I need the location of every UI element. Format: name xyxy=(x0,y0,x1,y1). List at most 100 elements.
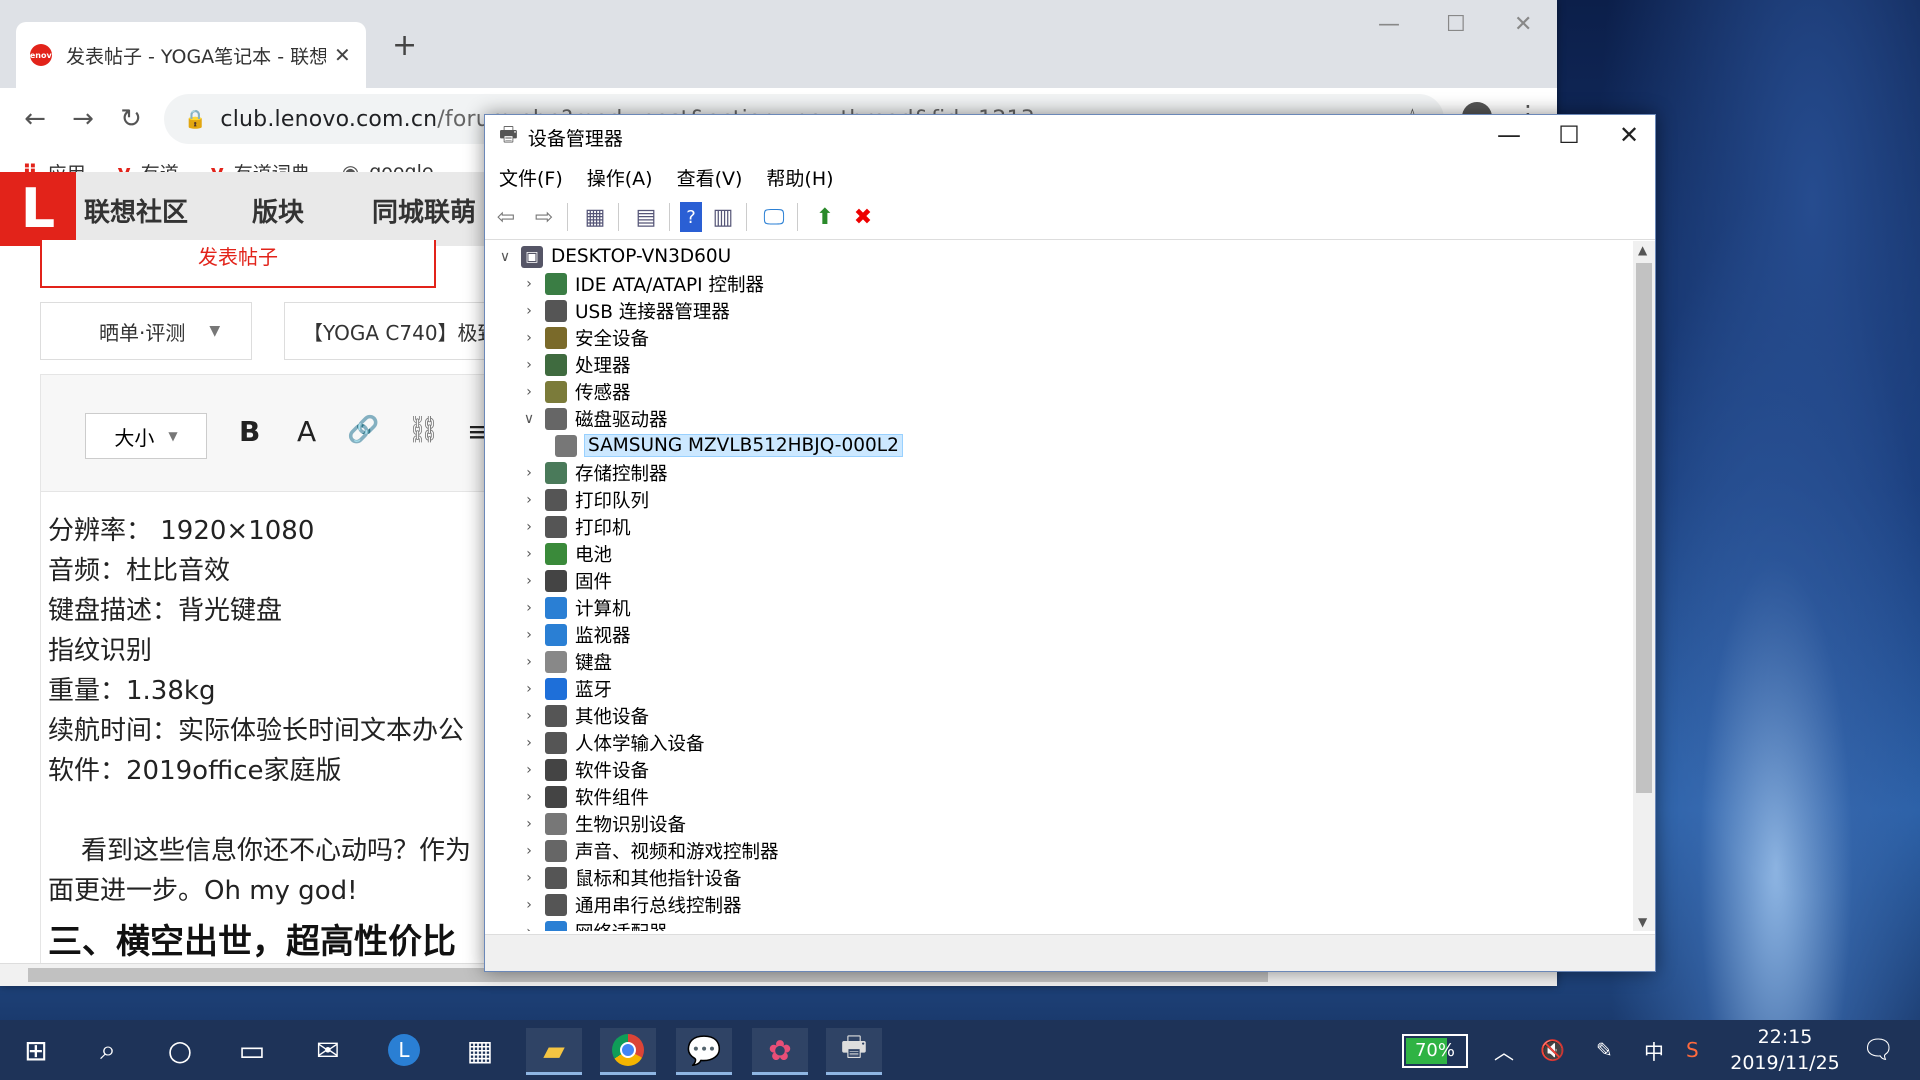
link-icon[interactable]: 🔗 xyxy=(347,415,379,445)
close-window-icon[interactable]: ✕ xyxy=(1514,12,1532,37)
mail-icon[interactable]: ✉ xyxy=(300,1028,356,1072)
calculator-icon[interactable]: ▦ xyxy=(452,1028,508,1072)
task-view-icon[interactable]: ▭ xyxy=(224,1028,280,1072)
photos-app-icon[interactable]: ✿ xyxy=(752,1028,808,1075)
show-hidden-icons-icon[interactable]: ︿ xyxy=(1494,1020,1514,1080)
windows-start-icon[interactable]: ⊞ xyxy=(8,1028,64,1072)
chevron-right-icon[interactable]: › xyxy=(519,492,539,508)
browser-tab[interactable]: Lenovo 发表帖子 - YOGA笔记本 - 联想社区 ✕ xyxy=(16,22,366,88)
font-color-button[interactable]: A xyxy=(297,415,316,448)
menu-view[interactable]: 查看(V) xyxy=(677,164,743,191)
chevron-right-icon[interactable]: › xyxy=(519,546,539,562)
tree-category[interactable]: › 计算机 xyxy=(519,594,631,621)
tree-category[interactable]: › IDE ATA/ATAPI 控制器 xyxy=(519,270,764,297)
tree-category[interactable]: › 存储控制器 xyxy=(519,459,668,486)
properties-icon[interactable]: ▤ xyxy=(629,202,663,232)
chevron-right-icon[interactable]: › xyxy=(519,762,539,778)
maximize-icon[interactable]: ☐ xyxy=(1549,121,1589,149)
tree-category[interactable]: › 传感器 xyxy=(519,378,631,405)
unlink-icon[interactable]: ⛓ xyxy=(407,415,440,445)
tree-category[interactable]: › 监视器 xyxy=(519,621,631,648)
cortana-icon[interactable]: ○ xyxy=(152,1028,208,1072)
show-hide-tree-icon[interactable]: ▦ xyxy=(578,202,612,232)
tree-category[interactable]: › 其他设备 xyxy=(519,702,649,729)
chrome-icon[interactable] xyxy=(600,1028,656,1075)
tree-category[interactable]: › 软件设备 xyxy=(519,756,649,783)
file-explorer-icon[interactable]: ▰ xyxy=(526,1028,582,1075)
ime-indicator[interactable]: 中 xyxy=(1644,1020,1664,1080)
action-pane-icon[interactable]: ▥ xyxy=(706,202,740,232)
lenovo-app-icon[interactable]: L xyxy=(376,1028,432,1072)
chevron-right-icon[interactable]: › xyxy=(519,357,539,373)
tree-category[interactable]: › 安全设备 xyxy=(519,324,649,351)
close-icon[interactable]: ✕ xyxy=(1609,121,1649,149)
nav-forums[interactable]: 版块 xyxy=(252,192,304,229)
uninstall-device-icon[interactable]: ✖ xyxy=(846,202,880,232)
system-clock[interactable]: 22:15 2019/11/25 xyxy=(1720,1024,1850,1076)
chevron-right-icon[interactable]: › xyxy=(519,654,539,670)
reload-icon[interactable]: ↻ xyxy=(116,104,146,134)
forward-icon[interactable]: → xyxy=(68,104,98,134)
volume-muted-icon[interactable]: 🔇 xyxy=(1540,1020,1565,1080)
chevron-down-icon[interactable]: ∨ xyxy=(495,249,515,265)
wechat-icon[interactable]: 💬 xyxy=(676,1028,732,1075)
tree-category[interactable]: › 生物识别设备 xyxy=(519,810,686,837)
chevron-right-icon[interactable]: › xyxy=(519,276,539,292)
chevron-right-icon[interactable]: › xyxy=(519,789,539,805)
category-select[interactable]: 晒单·评测 ▼ xyxy=(40,302,252,360)
tree-category[interactable]: › USB 连接器管理器 xyxy=(519,297,730,324)
vertical-scrollbar[interactable]: ▲ ▼ xyxy=(1633,241,1655,931)
tree-device-samsung-ssd[interactable]: SAMSUNG MZVLB512HBJQ-000L2 xyxy=(549,432,903,459)
title-bar[interactable]: 🖶 设备管理器 — ☐ ✕ xyxy=(485,115,1655,159)
tree-category[interactable]: › 打印队列 xyxy=(519,486,649,513)
chevron-right-icon[interactable]: › xyxy=(519,465,539,481)
scan-hardware-icon[interactable]: 🖵 xyxy=(757,202,791,232)
help-icon[interactable]: ? xyxy=(680,202,702,232)
chevron-right-icon[interactable]: › xyxy=(519,573,539,589)
close-tab-icon[interactable]: ✕ xyxy=(334,43,351,67)
menu-action[interactable]: 操作(A) xyxy=(587,164,653,191)
tree-category[interactable]: › 蓝牙 xyxy=(519,675,612,702)
tree-category[interactable]: ∨ 磁盘驱动器 xyxy=(519,405,668,432)
sogou-input-icon[interactable]: S xyxy=(1686,1020,1699,1080)
chevron-right-icon[interactable]: › xyxy=(519,735,539,751)
scroll-down-icon[interactable]: ▼ xyxy=(1638,915,1647,929)
update-driver-icon[interactable]: ⬆ xyxy=(808,202,842,232)
font-size-select[interactable]: 大小 ▼ xyxy=(85,413,207,459)
scrollbar-thumb[interactable] xyxy=(1636,263,1652,793)
tree-category[interactable]: › 固件 xyxy=(519,567,612,594)
chevron-right-icon[interactable]: › xyxy=(519,384,539,400)
new-tab-icon[interactable]: + xyxy=(392,28,417,63)
chevron-right-icon[interactable]: › xyxy=(519,816,539,832)
chevron-right-icon[interactable]: › xyxy=(519,681,539,697)
scroll-up-icon[interactable]: ▲ xyxy=(1638,243,1647,257)
bold-button[interactable]: B xyxy=(239,415,260,448)
tree-category[interactable]: › 打印机 xyxy=(519,513,631,540)
chevron-right-icon[interactable]: › xyxy=(519,870,539,886)
search-icon[interactable]: ⌕ xyxy=(80,1028,136,1072)
chevron-right-icon[interactable]: › xyxy=(519,627,539,643)
device-manager-taskbar-icon[interactable]: 🖶 xyxy=(826,1028,882,1075)
chevron-right-icon[interactable]: › xyxy=(519,843,539,859)
lenovo-logo[interactable]: L xyxy=(0,172,76,246)
forward-icon[interactable]: ⇨ xyxy=(527,202,561,232)
back-icon[interactable]: ← xyxy=(20,104,50,134)
minimize-icon[interactable]: — xyxy=(1378,12,1400,37)
tree-category[interactable]: › 电池 xyxy=(519,540,612,567)
minimize-icon[interactable]: — xyxy=(1489,121,1529,149)
chevron-right-icon[interactable]: › xyxy=(519,708,539,724)
back-icon[interactable]: ⇦ xyxy=(489,202,523,232)
nav-community[interactable]: 联想社区 xyxy=(84,192,188,229)
menu-file[interactable]: 文件(F) xyxy=(499,164,563,191)
tree-category[interactable]: › 人体学输入设备 xyxy=(519,729,705,756)
chevron-right-icon[interactable]: › xyxy=(519,924,539,932)
tree-category[interactable]: › 处理器 xyxy=(519,351,631,378)
chevron-right-icon[interactable]: › xyxy=(519,303,539,319)
tree-category[interactable]: › 通用串行总线控制器 xyxy=(519,891,742,918)
battery-indicator[interactable]: 70% xyxy=(1402,1034,1468,1068)
chevron-right-icon[interactable]: › xyxy=(519,519,539,535)
maximize-icon[interactable]: ☐ xyxy=(1446,12,1466,37)
chevron-right-icon[interactable]: › xyxy=(519,600,539,616)
tree-category[interactable]: › 键盘 xyxy=(519,648,612,675)
tree-category[interactable]: › 声音、视频和游戏控制器 xyxy=(519,837,779,864)
